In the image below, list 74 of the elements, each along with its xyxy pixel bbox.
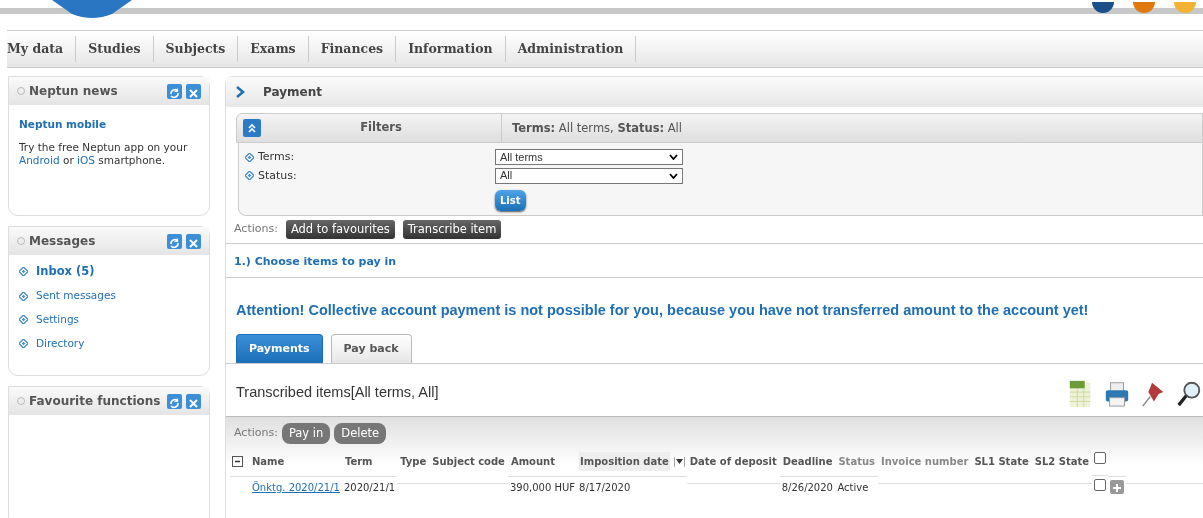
column-header[interactable]: Term [343,452,374,472]
column-header[interactable]: Subject code [431,452,506,472]
news-heading: Neptun mobile [19,117,108,132]
column-header[interactable]: Type [399,452,428,472]
table-cell: 2020/21/1 [343,481,396,493]
menu-item[interactable]: Exams [238,36,309,62]
panel-title: Messages [29,233,97,250]
collapse-button[interactable] [243,119,261,137]
panel-title: Neptun news [29,83,119,100]
panel-title: Favourite functions [29,393,162,410]
app-link[interactable]: iOS [77,153,95,166]
column-header[interactable]: Invoice number [880,452,970,472]
message-link[interactable]: Sent messages [36,288,116,304]
diamond-icon [19,267,28,277]
sort-icon[interactable] [673,456,685,467]
tab[interactable]: Payments [236,333,323,363]
message-link[interactable]: Settings [36,312,80,328]
caret-icon [669,154,678,160]
list-button[interactable]: List [495,190,526,211]
column-header[interactable]: Name [251,452,286,472]
refresh-icon[interactable] [167,83,182,99]
column-header[interactable]: SL2 State [1033,452,1091,472]
action-button[interactable]: Transcribe item [402,220,502,240]
dropdown-field[interactable]: All terms [495,149,683,165]
menu-item[interactable]: Information [396,36,506,62]
table-cell: Active [837,481,869,493]
select-all-checkbox[interactable] [1094,452,1107,465]
menu-item[interactable]: Subjects [153,36,239,62]
diamond-icon [245,171,254,181]
row-checkbox[interactable] [1094,479,1107,492]
column-header[interactable]: Amount [509,452,556,472]
table-cell: 390,000 HUF [509,481,576,493]
tab[interactable]: Pay back [330,333,412,363]
chevron-icon [236,86,245,98]
app-link[interactable]: Android [19,153,60,166]
close-icon[interactable] [186,233,201,249]
collapse-icon[interactable] [232,456,243,468]
table-cell: 8/26/2020 [781,481,833,493]
diamond-icon [19,291,28,301]
diamond-icon [19,315,28,325]
message-link[interactable]: Inbox (5) [36,263,95,281]
message-link[interactable]: Directory [36,335,85,352]
menu-item[interactable]: Studies [76,36,154,62]
actions-label: Actions: [234,221,278,238]
action-button[interactable]: Delete [334,423,387,445]
column-header[interactable]: Date of deposit [688,452,778,472]
expand-icon[interactable] [1110,479,1125,494]
menu-item[interactable]: Administration [505,36,637,62]
column-header[interactable]: SL1 State [973,452,1030,472]
actions-label: Actions: [234,425,278,442]
refresh-icon[interactable] [167,233,182,249]
diamond-icon [19,339,28,349]
column-header[interactable]: Imposition date [579,452,670,472]
close-icon[interactable] [186,83,201,99]
refresh-icon[interactable] [167,393,182,409]
attention-message: Attention! Collective account payment is not possible for you, because you have not transferred amount to the account yet! [235,300,1090,320]
page-title: Payment [263,84,322,101]
diamond-icon [245,152,254,162]
field-label: Terms: [258,149,295,165]
dropdown-field[interactable]: All [495,167,683,184]
close-icon[interactable] [186,393,201,409]
caret-icon [669,172,678,179]
list-title: Transcribed items[All terms, All] [236,383,439,403]
table-cell: 8/17/2020 [579,481,631,493]
action-button[interactable]: Add to favourites [285,220,395,240]
item-link[interactable]: Önktg. 2020/21/1 [252,481,340,493]
column-header[interactable]: Deadline [781,452,834,472]
field-label: Status: [258,167,297,184]
menu-item[interactable]: Finances [308,36,397,62]
menu-item[interactable]: My data [7,36,77,62]
news-text: Try the free Neptun app on your Android or iOS smartphone. [19,140,189,167]
action-button[interactable]: Pay in [281,423,331,445]
step-heading: 1.) Choose items to pay in [226,244,1203,278]
filter-title: Filters [359,119,403,137]
